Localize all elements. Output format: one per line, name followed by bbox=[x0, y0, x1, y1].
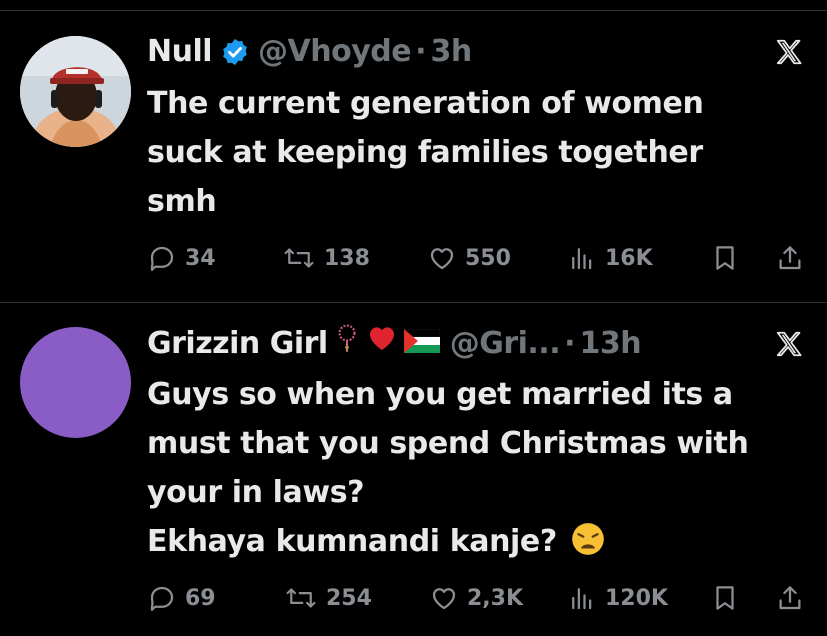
weary-face-emoji bbox=[569, 518, 607, 567]
repost-button[interactable]: 254 bbox=[284, 578, 372, 618]
tweet-2[interactable]: Grizzin Girl @Gri... · 13h Guys so when … bbox=[0, 322, 827, 636]
palestine-flag-emoji bbox=[403, 322, 440, 366]
tweet-header: Grizzin Girl @Gri... · 13h bbox=[147, 322, 807, 366]
share-icon bbox=[779, 586, 801, 610]
tweet-last-line: Ekhaya kumnandi kanje? bbox=[147, 517, 807, 567]
repost-count: 254 bbox=[326, 585, 372, 611]
view-count: 120K bbox=[605, 585, 668, 611]
display-name[interactable]: Null bbox=[147, 30, 213, 74]
repost-icon bbox=[286, 588, 316, 608]
red-heart-emoji bbox=[366, 322, 398, 367]
share-icon bbox=[779, 246, 801, 270]
views-icon bbox=[572, 248, 592, 270]
views-button[interactable]: 16K bbox=[567, 238, 653, 278]
timestamp[interactable]: 3h bbox=[431, 30, 473, 74]
share-button[interactable] bbox=[775, 238, 805, 278]
separator-dot: · bbox=[564, 326, 576, 361]
tweet-actions: 69 254 2,3K 120K bbox=[147, 578, 817, 618]
reply-button[interactable]: 34 bbox=[147, 238, 216, 278]
verified-badge-icon bbox=[220, 37, 250, 67]
tweet-line: The current generation of women bbox=[147, 86, 704, 121]
tweet-body: The current generation of women suck at … bbox=[147, 79, 807, 226]
tweet-header: Null @Vhoyde · 3h bbox=[147, 30, 807, 74]
repost-icon bbox=[284, 248, 314, 268]
repost-count: 138 bbox=[324, 245, 370, 271]
like-button[interactable]: 550 bbox=[427, 238, 511, 278]
x-logo-icon[interactable] bbox=[771, 326, 807, 362]
like-button[interactable]: 2,3K bbox=[429, 578, 523, 618]
avatar[interactable] bbox=[20, 36, 131, 147]
tweet-line: your in laws? bbox=[147, 475, 365, 510]
reply-icon bbox=[150, 586, 174, 611]
repost-button[interactable]: 138 bbox=[282, 238, 370, 278]
views-icon bbox=[572, 588, 592, 610]
timestamp[interactable]: 13h bbox=[580, 322, 642, 366]
bookmark-icon bbox=[716, 586, 734, 610]
tweet-line: Guys so when you get married its a bbox=[147, 377, 733, 412]
reply-icon bbox=[150, 246, 174, 271]
reply-count: 34 bbox=[185, 245, 216, 271]
handle[interactable]: @Vhoyde bbox=[258, 30, 412, 74]
tweet-1[interactable]: Null @Vhoyde · 3h The current generation… bbox=[0, 30, 827, 302]
top-divider bbox=[0, 10, 827, 11]
handle[interactable]: @Gri... bbox=[450, 322, 561, 366]
tweet-line: smh bbox=[147, 184, 217, 219]
like-icon bbox=[430, 248, 454, 270]
avatar-image bbox=[20, 36, 131, 147]
bookmark-button[interactable] bbox=[710, 238, 740, 278]
tweet-line: suck at keeping families together bbox=[147, 135, 703, 170]
bookmark-icon bbox=[716, 246, 734, 270]
tweet-actions: 34 138 550 16K bbox=[147, 238, 817, 278]
avatar[interactable] bbox=[20, 327, 131, 438]
rosary-emoji bbox=[332, 322, 362, 366]
like-count: 2,3K bbox=[467, 585, 524, 611]
separator-dot: · bbox=[415, 34, 427, 69]
reply-count: 69 bbox=[185, 585, 216, 611]
view-count: 16K bbox=[605, 245, 653, 271]
views-button[interactable]: 120K bbox=[567, 578, 668, 618]
tweet-body: Guys so when you get married its a must … bbox=[147, 370, 807, 567]
display-name[interactable]: Grizzin Girl bbox=[147, 322, 328, 366]
reply-button[interactable]: 69 bbox=[147, 578, 216, 618]
x-logo-icon[interactable] bbox=[771, 34, 807, 70]
tweet-line: must that you spend Christmas with bbox=[147, 426, 749, 461]
like-count: 550 bbox=[465, 245, 511, 271]
tweet-line: Ekhaya kumnandi kanje? bbox=[147, 524, 557, 559]
like-icon bbox=[432, 588, 456, 610]
bookmark-button[interactable] bbox=[710, 578, 740, 618]
share-button[interactable] bbox=[775, 578, 805, 618]
tweet-divider bbox=[0, 302, 827, 303]
